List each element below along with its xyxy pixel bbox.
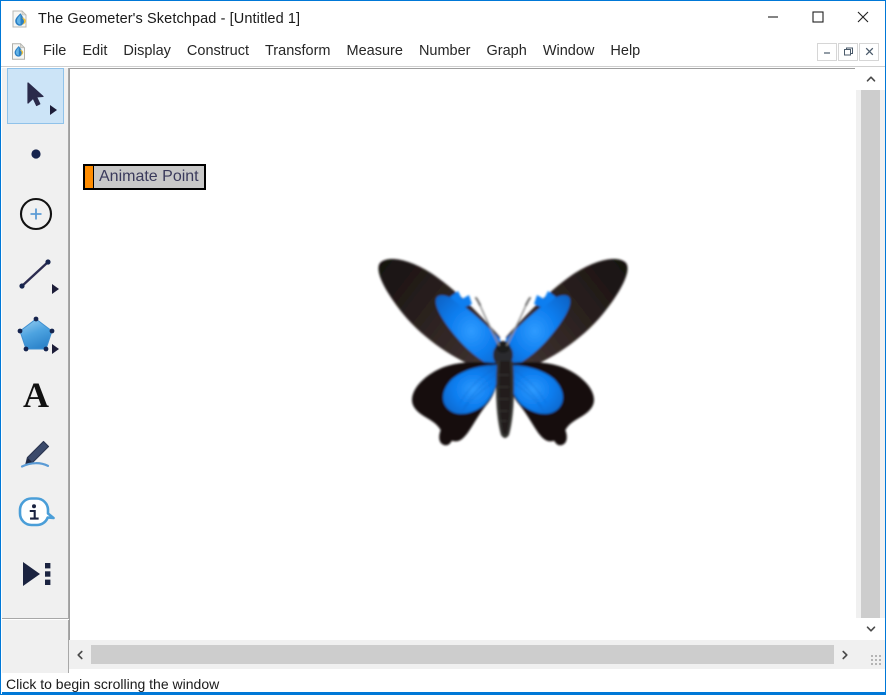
arrow-tool-flyout-indicator[interactable] (50, 105, 57, 115)
application-window: The Geometer's Sketchpad - [Untitled 1] (0, 0, 886, 695)
straightedge-tool[interactable] (2, 244, 69, 304)
toolbox-filler (2, 620, 69, 673)
resize-grip-icon (871, 655, 881, 665)
status-bar: Click to begin scrolling the window (2, 673, 885, 694)
marker-tool[interactable] (2, 424, 69, 484)
status-bar-accent (2, 692, 885, 694)
chevron-right-icon (842, 650, 848, 659)
horizontal-scroll-thumb[interactable] (91, 645, 834, 664)
horizontal-scrollbar[interactable] (69, 640, 872, 669)
play-triangle-dots-icon (22, 562, 50, 586)
menu-item-help[interactable]: Help (602, 37, 648, 66)
menu-item-edit[interactable]: Edit (74, 37, 115, 66)
window-title: The Geometer's Sketchpad - [Untitled 1] (38, 11, 301, 27)
vertical-scroll-thumb[interactable] (861, 90, 880, 618)
animate-point-action-button[interactable]: Animate Point (83, 164, 206, 190)
title-bar: The Geometer's Sketchpad - [Untitled 1] (1, 1, 885, 37)
line-segment-icon (18, 259, 51, 289)
marker-pen-icon (20, 440, 49, 468)
circle-compass-icon (19, 197, 52, 231)
menu-item-file[interactable]: File (35, 37, 74, 66)
menu-item-measure[interactable]: Measure (339, 37, 411, 66)
chevron-up-icon (866, 76, 875, 82)
pentagon-icon (17, 316, 54, 352)
mdi-restore-button[interactable] (838, 42, 858, 61)
point-tool[interactable] (2, 124, 69, 184)
text-tool[interactable]: A (2, 364, 69, 424)
information-tool[interactable] (2, 484, 69, 544)
maximize-button[interactable] (795, 1, 840, 33)
menu-item-number[interactable]: Number (411, 37, 479, 66)
straightedge-tool-flyout-indicator[interactable] (52, 284, 59, 294)
mdi-minimize-button[interactable] (817, 42, 837, 61)
toolbox: A (2, 68, 69, 619)
menu-item-window[interactable]: Window (535, 37, 603, 66)
sketch-canvas[interactable]: Animate Point (69, 68, 855, 640)
scroll-right-button[interactable] (834, 640, 856, 669)
arrow-cursor-icon (26, 82, 44, 107)
scroll-down-button[interactable] (856, 618, 885, 640)
window-controls (750, 1, 885, 37)
custom-tool[interactable] (2, 544, 69, 604)
point-icon (30, 149, 41, 159)
polygon-tool-flyout-indicator[interactable] (52, 344, 59, 354)
scroll-left-button[interactable] (69, 640, 91, 669)
menu-item-graph[interactable]: Graph (479, 37, 535, 66)
svg-text:A: A (23, 376, 49, 412)
menu-item-display[interactable]: Display (115, 37, 179, 66)
menu-item-transform[interactable]: Transform (257, 37, 339, 66)
chevron-left-icon (77, 650, 83, 659)
arrow-select-tool[interactable] (7, 68, 64, 124)
chevron-down-icon (866, 626, 875, 632)
scrollbar-corner (856, 640, 885, 669)
butterfly-image[interactable] (364, 249, 642, 454)
sketchpad-document-icon (11, 10, 29, 28)
mdi-window-controls (817, 42, 879, 61)
compass-tool[interactable] (2, 184, 69, 244)
scroll-up-button[interactable] (856, 68, 885, 90)
menu-item-construct[interactable]: Construct (179, 37, 257, 66)
animate-point-label: Animate Point (99, 168, 199, 185)
document-icon (11, 43, 27, 60)
minimize-button[interactable] (750, 1, 795, 33)
letter-a-icon: A (23, 376, 49, 412)
vertical-scrollbar[interactable] (856, 68, 885, 640)
close-button[interactable] (840, 1, 885, 33)
mdi-close-button[interactable] (859, 42, 879, 61)
status-message: Click to begin scrolling the window (6, 675, 220, 692)
menu-bar: File Edit Display Construct Transform Me… (1, 37, 885, 67)
polygon-tool[interactable] (2, 304, 69, 364)
animate-point-accent-bar (85, 166, 94, 188)
info-bubble-icon (18, 497, 55, 527)
